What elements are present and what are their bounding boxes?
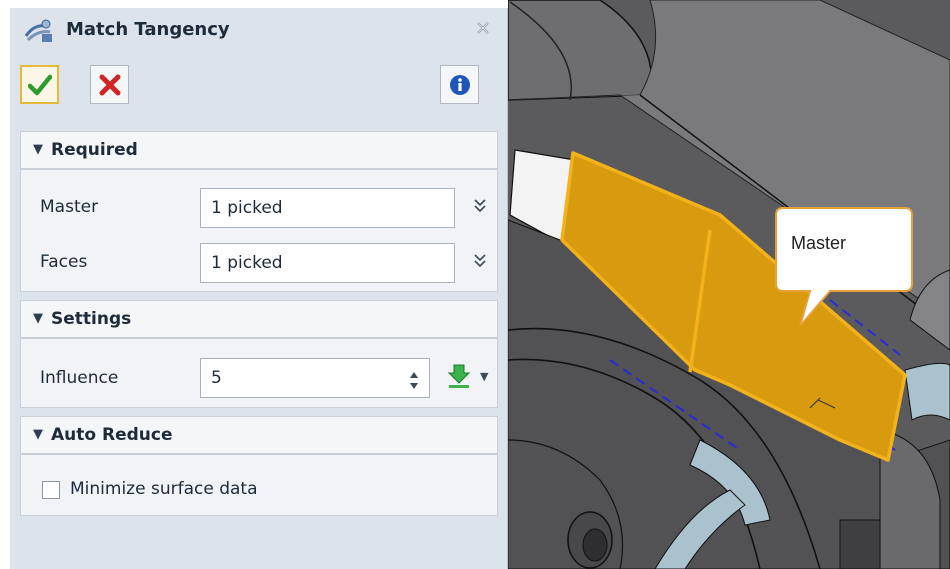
double-chevron-down-icon (474, 254, 486, 268)
master-field[interactable]: 1 picked (200, 188, 455, 228)
close-panel-button[interactable] (473, 20, 493, 40)
double-chevron-down-icon (474, 199, 486, 213)
match-tangency-panel: Match Tangency ▼ Required Master 1 picke… (10, 8, 508, 569)
info-button[interactable] (440, 65, 479, 104)
cancel-button[interactable] (90, 65, 129, 104)
influence-label: Influence (40, 368, 119, 388)
master-expand-button[interactable] (470, 198, 490, 218)
section-auto-reduce-header[interactable]: ▼ Auto Reduce (20, 416, 498, 454)
master-label: Master (40, 197, 99, 217)
influence-value: 5 (211, 368, 222, 388)
info-icon (449, 74, 470, 95)
collapse-arrow-icon: ▼ (33, 311, 43, 326)
section-settings-label: Settings (51, 309, 132, 329)
section-required-label: Required (51, 140, 138, 160)
dialog-title: Match Tangency (66, 19, 230, 40)
faces-expand-button[interactable] (470, 253, 490, 273)
faces-value: 1 picked (211, 253, 283, 273)
influence-field[interactable]: 5 (200, 358, 430, 398)
ok-button[interactable] (20, 65, 59, 104)
master-callout-text: Master (791, 233, 847, 253)
faces-label: Faces (40, 252, 88, 272)
collapse-arrow-icon: ▼ (33, 427, 43, 442)
green-pick-arrow-icon[interactable] (446, 363, 472, 389)
section-required-header[interactable]: ▼ Required (20, 131, 498, 169)
3d-viewport[interactable] (508, 0, 950, 569)
close-icon (477, 22, 489, 34)
pick-dropdown-arrow-icon[interactable]: ▼ (480, 370, 488, 383)
minimize-surface-data-checkbox[interactable] (42, 481, 60, 499)
minimize-surface-data-label: Minimize surface data (70, 479, 258, 499)
panel-title-bar: Match Tangency (10, 8, 507, 54)
section-auto-reduce-label: Auto Reduce (51, 425, 173, 445)
match-tangency-icon (24, 19, 52, 42)
collapse-arrow-icon: ▼ (33, 142, 43, 157)
faces-field[interactable]: 1 picked (200, 243, 455, 283)
spin-arrows-icon[interactable] (406, 366, 422, 396)
section-settings-header[interactable]: ▼ Settings (20, 300, 498, 338)
red-x-icon (99, 74, 120, 95)
checkmark-icon (27, 74, 52, 95)
master-value: 1 picked (211, 198, 283, 218)
app-window: Match Tangency ▼ Required Master 1 picke… (0, 0, 950, 569)
